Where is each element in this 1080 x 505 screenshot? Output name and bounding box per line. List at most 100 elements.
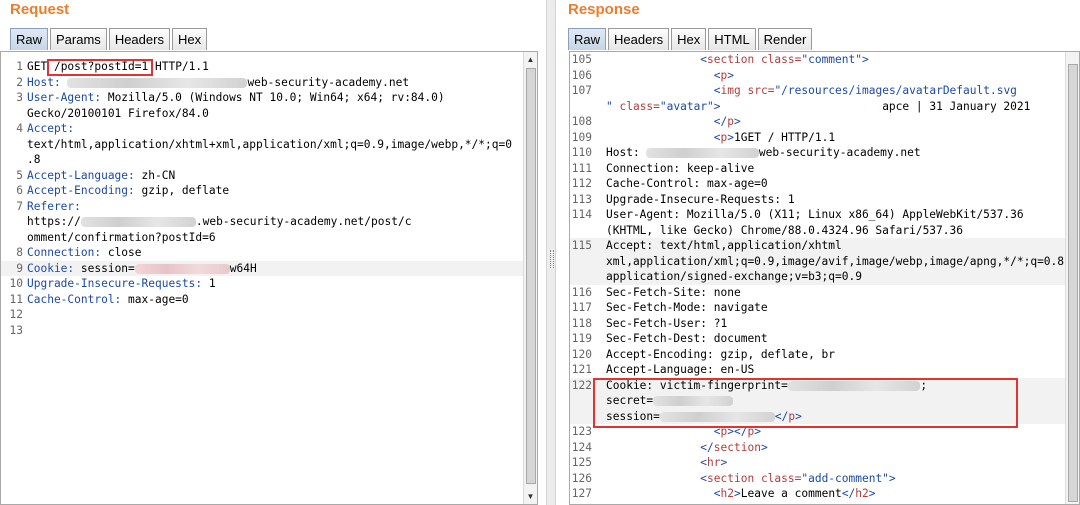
code-token: "comment" xyxy=(801,53,862,66)
tab-raw[interactable]: Raw xyxy=(568,28,607,50)
code-token: Cookie: xyxy=(27,261,75,275)
code-token: > xyxy=(734,487,741,500)
redacted-value xyxy=(80,217,196,227)
line-number: 114 xyxy=(571,208,592,221)
code-line: 108 </p> xyxy=(570,114,1065,130)
code-token: .8 xyxy=(27,153,41,166)
code-token: web-security-academy.net xyxy=(758,146,921,159)
line-number: 111 xyxy=(571,161,592,175)
code-line: 11 Cache-Control: max-age=0 xyxy=(1,292,523,308)
line-number: 10 xyxy=(9,277,23,290)
code-token: section xyxy=(707,471,761,485)
code-token: max-age=0 xyxy=(121,292,189,306)
code-line: 121 Accept-Language: en-US xyxy=(570,362,1065,378)
code-token: < xyxy=(713,68,721,82)
line-number: 126 xyxy=(571,471,592,485)
code-line: " class="avatar"> apce | 31 January 2021 xyxy=(570,99,1065,115)
code-token: > xyxy=(734,115,741,128)
line-number: 4 xyxy=(16,122,23,135)
code-line: 115 Accept: text/html,application/xhtml xyxy=(570,238,1065,254)
code-line: 10 Upgrade-Insecure-Requests: 1 xyxy=(1,276,523,292)
code-token: "avatar" xyxy=(659,99,714,113)
code-token: > xyxy=(727,68,735,82)
response-scrollbar[interactable] xyxy=(1065,52,1079,504)
code-token: > xyxy=(861,53,869,66)
code-token: Upgrade-Insecure-Requests: xyxy=(27,277,203,290)
code-line: omment/confirmation?postId=6 xyxy=(1,230,523,246)
line-number: 105 xyxy=(571,53,592,66)
code-token: class= xyxy=(760,53,802,66)
response-editor[interactable]: 105 <section class="comment"> 106 <p> 107 … xyxy=(569,51,1080,505)
tab-raw[interactable]: Raw xyxy=(10,28,49,50)
code-line: Gecko/20100101 Firefox/84.0 xyxy=(1,106,523,122)
tab-hex[interactable]: Hex xyxy=(671,28,707,50)
line-number: 124 xyxy=(571,440,592,454)
code-token: </ xyxy=(700,440,714,454)
code-token: " xyxy=(606,99,613,113)
code-line: 3 User-Agent: Mozilla/5.0 (Windows NT 10.… xyxy=(1,90,523,106)
code-token: Connection: keep-alive xyxy=(606,161,755,175)
code-line: 12 xyxy=(1,307,523,323)
code-line: 109 <p>1GET / HTTP/1.1 xyxy=(570,130,1065,146)
splitter-grip-icon xyxy=(550,250,554,268)
line-number: 5 xyxy=(16,168,23,182)
code-token: Cache-Control: max-age=0 xyxy=(606,177,768,190)
line-number: 112 xyxy=(571,177,592,190)
line-number: 119 xyxy=(571,332,592,345)
line-number: 2 xyxy=(16,75,23,89)
code-token: .web-security-academy.net/post/c xyxy=(195,215,412,228)
tab-hex[interactable]: Hex xyxy=(171,28,208,50)
code-token: Accept-Language: en-US xyxy=(606,363,755,376)
code-token: (KHTML, like Gecko) Chrome/88.0.4324.96 … xyxy=(606,223,963,237)
scroll-down-arrow-icon[interactable]: ▼ xyxy=(526,492,535,501)
line-number: 8 xyxy=(16,246,23,259)
tab-headers[interactable]: Headers xyxy=(108,28,170,50)
line-number: 117 xyxy=(571,301,592,314)
tab-render[interactable]: Render xyxy=(757,28,813,50)
code-line: https:// .web-security-academy.net/post/c xyxy=(1,214,523,230)
code-line: 113 Upgrade-Insecure-Requests: 1 xyxy=(570,192,1065,208)
response-lines: 105 <section class="comment"> 106 <p> 107 … xyxy=(570,52,1071,502)
request-scrollbar[interactable]: ▲ ▼ xyxy=(523,52,537,504)
code-token: Mozilla/5.0 (Windows NT 10.0; Win64; x64… xyxy=(101,91,445,104)
code-line: 120 Accept-Encoding: gzip, deflate, br xyxy=(570,347,1065,363)
line-number: 1 xyxy=(16,60,23,73)
scroll-thumb[interactable] xyxy=(1068,64,1078,502)
line-number: 118 xyxy=(571,316,592,330)
code-token: class= xyxy=(760,471,802,485)
line-number: 116 xyxy=(571,285,592,299)
code-token: User-Agent: Mozilla/5.0 (X11; Linux x86_… xyxy=(606,208,1024,221)
scroll-up-arrow-icon[interactable]: ▲ xyxy=(526,55,535,64)
code-token: session= xyxy=(74,261,135,275)
code-token: zh-CN xyxy=(134,168,176,182)
line-number: 109 xyxy=(571,130,592,144)
code-line: 127 <h2>Leave a comment</h2> xyxy=(570,486,1065,502)
code-token: > xyxy=(713,99,721,113)
redacted-value xyxy=(646,148,759,158)
tab-headers[interactable]: Headers xyxy=(608,28,670,50)
code-line: 7 Referer: xyxy=(1,199,523,215)
request-editor[interactable]: 1 GET /post?postId=1 HTTP/1.1 2 Host: web-s… xyxy=(0,51,538,505)
code-line: 107 <img src="/resources/images/avatarDe… xyxy=(570,83,1065,99)
line-number: 110 xyxy=(571,146,592,159)
code-line: 116 Sec-Fetch-Site: none xyxy=(570,285,1065,301)
pane-splitter[interactable] xyxy=(546,0,556,505)
tab-html[interactable]: HTML xyxy=(708,28,756,50)
line-number: 107 xyxy=(571,84,592,97)
tab-params[interactable]: Params xyxy=(50,28,107,50)
code-line: 114 User-Agent: Mozilla/5.0 (X11; Linux x… xyxy=(570,207,1065,223)
line-number: 11 xyxy=(9,292,23,306)
scroll-thumb[interactable] xyxy=(526,68,536,484)
code-token: HTTP/1.1 xyxy=(148,60,209,73)
code-token: section xyxy=(707,53,761,66)
code-token: </ xyxy=(713,115,728,128)
code-token: w64H xyxy=(229,261,257,275)
redacted-value xyxy=(67,77,248,88)
code-token: Accept-Language: xyxy=(27,168,135,182)
code-token: Accept: xyxy=(27,122,75,135)
code-token: hr xyxy=(707,456,721,469)
